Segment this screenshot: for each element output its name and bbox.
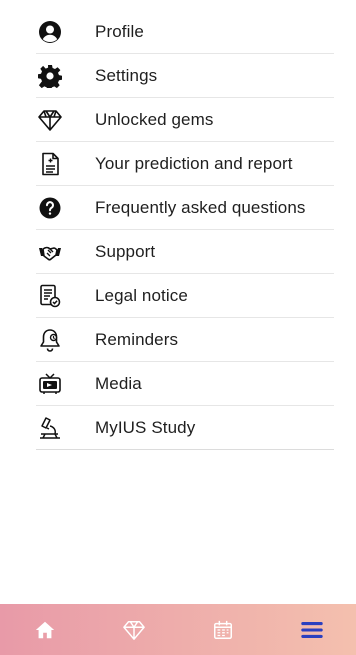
menu-item-media[interactable]: Media bbox=[36, 362, 334, 406]
menu-icon bbox=[300, 621, 323, 638]
menu-item-settings[interactable]: Settings bbox=[36, 54, 334, 98]
handshake-icon bbox=[38, 240, 62, 264]
nav-menu-button[interactable] bbox=[292, 610, 332, 650]
nav-home-button[interactable] bbox=[25, 610, 65, 650]
menu-item-legal-notice[interactable]: Legal notice bbox=[36, 274, 334, 318]
report-icon bbox=[38, 152, 62, 176]
menu-item-label: Legal notice bbox=[95, 285, 188, 305]
bottom-navigation-bar bbox=[0, 604, 356, 655]
menu-item-label: Unlocked gems bbox=[95, 109, 214, 129]
menu-item-support[interactable]: Support bbox=[36, 230, 334, 274]
menu-item-label: MyIUS Study bbox=[95, 417, 196, 437]
legal-notice-icon bbox=[38, 284, 62, 308]
profile-icon bbox=[38, 20, 62, 44]
nav-calendar-button[interactable] bbox=[203, 610, 243, 650]
menu-item-label: Media bbox=[95, 373, 142, 393]
microscope-icon bbox=[38, 416, 62, 440]
menu-item-profile[interactable]: Profile bbox=[36, 10, 334, 54]
menu-item-label: Your prediction and report bbox=[95, 153, 293, 173]
calendar-icon bbox=[213, 620, 232, 639]
menu-item-label: Reminders bbox=[95, 329, 179, 349]
menu-list: Profile Settings Unlocked gems Your pred… bbox=[36, 10, 334, 450]
menu-item-myius-study[interactable]: MyIUS Study bbox=[36, 406, 334, 450]
menu-item-label: Support bbox=[95, 241, 156, 261]
question-icon bbox=[38, 196, 62, 220]
home-icon bbox=[35, 621, 54, 638]
menu-item-unlocked-gems[interactable]: Unlocked gems bbox=[36, 98, 334, 142]
gem-icon bbox=[38, 108, 62, 132]
nav-gems-button[interactable] bbox=[114, 610, 154, 650]
menu-item-label: Settings bbox=[95, 65, 158, 85]
bell-icon bbox=[38, 328, 62, 352]
menu-item-prediction-report[interactable]: Your prediction and report bbox=[36, 142, 334, 186]
menu-item-reminders[interactable]: Reminders bbox=[36, 318, 334, 362]
gear-icon bbox=[38, 64, 62, 88]
menu-item-label: Profile bbox=[95, 21, 144, 41]
tv-icon bbox=[38, 372, 62, 396]
gem-icon bbox=[122, 620, 145, 640]
menu-item-label: Frequently asked questions bbox=[95, 197, 306, 217]
menu-item-faq[interactable]: Frequently asked questions bbox=[36, 186, 334, 230]
